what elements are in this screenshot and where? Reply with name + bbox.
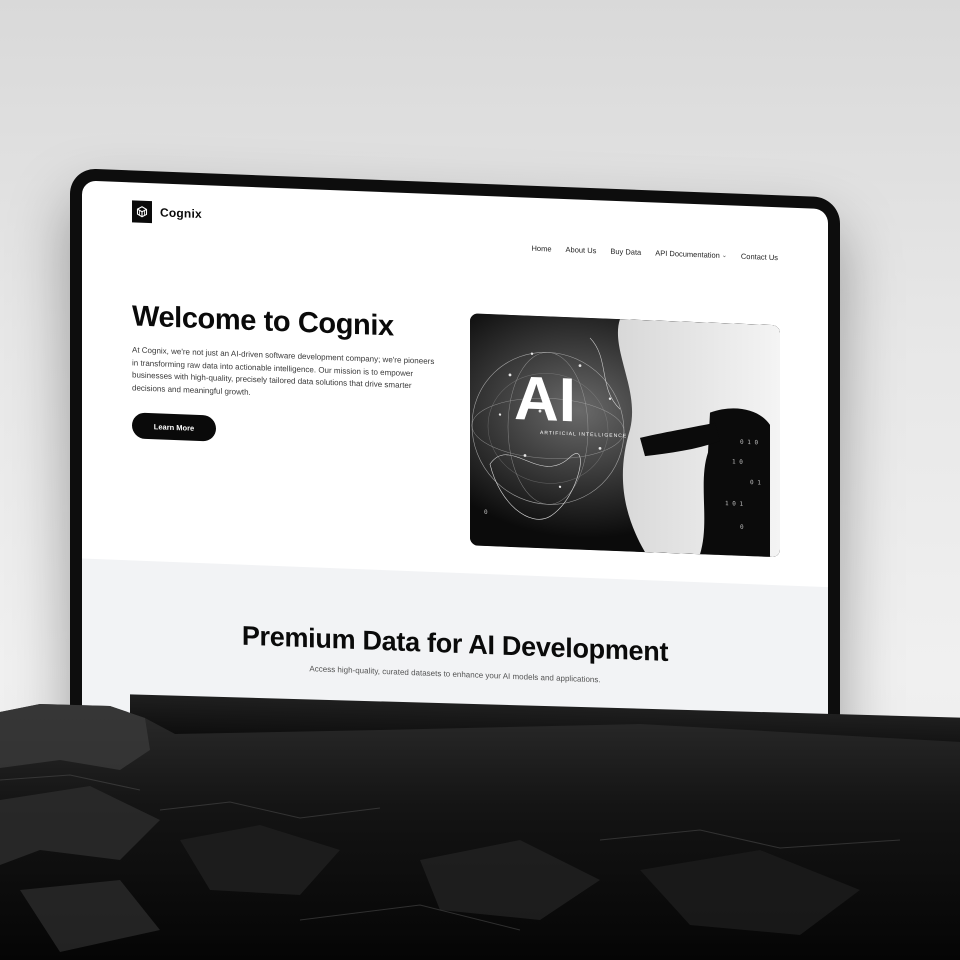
svg-text:0: 0 (484, 509, 488, 516)
nav-item-label: About Us (565, 245, 597, 256)
hero-image: 0 1 01 00 1 1 0 100 AI ARTIFICIAL INTELL… (470, 313, 780, 558)
hero-title: Welcome to Cognix (132, 300, 394, 343)
nav-item-api-documentation[interactable]: API Documentation ⌄ (655, 248, 727, 260)
svg-text:0: 0 (740, 524, 744, 531)
learn-more-button[interactable]: Learn More (132, 412, 216, 442)
nav-item-label: Contact Us (740, 251, 778, 263)
main-nav: Home About Us Buy Data API Documentation… (532, 244, 779, 262)
nav-item-about-us[interactable]: About Us (566, 245, 597, 255)
brand[interactable]: Cognix (132, 200, 202, 225)
website-screen: Cognix Home About Us Buy Data API Docume… (82, 180, 828, 778)
svg-text:1 0: 1 0 (732, 458, 743, 465)
nav-item-buy-data[interactable]: Buy Data (610, 247, 641, 257)
hero-description: At Cognix, we're not just an AI-driven s… (132, 345, 435, 397)
rock-pedestal (0, 704, 960, 960)
nav-item-label: Home (531, 243, 552, 254)
svg-text:0 1 0: 0 1 0 (740, 439, 758, 447)
scene: Cognix Home About Us Buy Data API Docume… (0, 0, 960, 960)
svg-text:1 0 1: 1 0 1 (725, 500, 743, 508)
chevron-down-icon: ⌄ (721, 253, 727, 260)
svg-text:0 1: 0 1 (750, 479, 761, 486)
nav-item-home[interactable]: Home (532, 244, 552, 254)
nav-item-label: Buy Data (610, 246, 642, 257)
nav-item-contact-us[interactable]: Contact Us (741, 252, 778, 262)
cube-logo-icon (132, 200, 152, 224)
site-header: Cognix Home About Us Buy Data API Docume… (132, 200, 778, 265)
brand-name: Cognix (160, 205, 202, 222)
ai-badge-text: AI (514, 364, 576, 435)
laptop-frame: Cognix Home About Us Buy Data API Docume… (70, 168, 840, 778)
nav-item-label: API Documentation (655, 248, 720, 260)
